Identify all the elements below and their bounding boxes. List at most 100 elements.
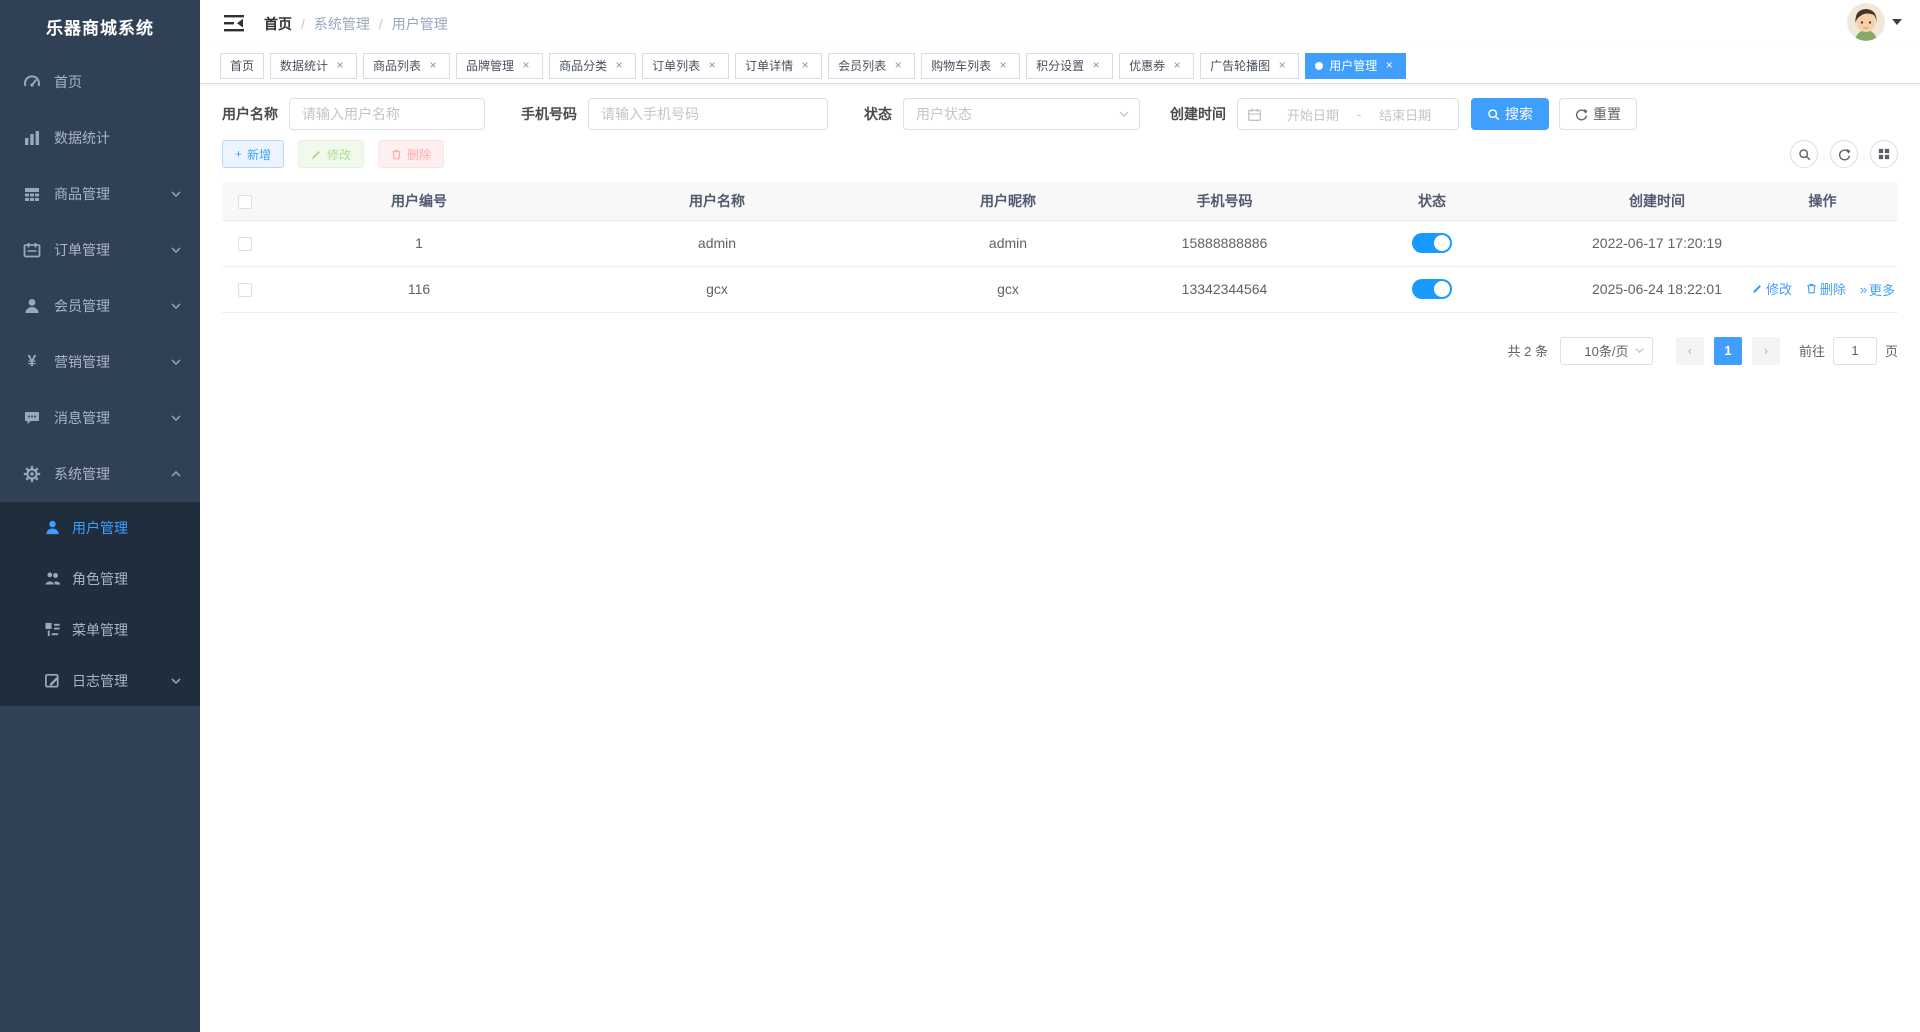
- avatar[interactable]: [1847, 3, 1885, 41]
- tab-order-detail[interactable]: 订单详情 ×: [735, 52, 823, 79]
- phone-label: 手机号码: [521, 106, 577, 122]
- username-label: 用户名称: [222, 106, 278, 122]
- page-size-select[interactable]: 10条/页: [1559, 336, 1653, 365]
- add-button[interactable]: + 新增: [222, 140, 285, 168]
- sidebar-item-products[interactable]: 商品管理: [0, 166, 200, 222]
- chevron-down-icon: [170, 675, 182, 687]
- order-icon: [22, 241, 42, 259]
- column-settings-button[interactable]: [1870, 140, 1898, 168]
- created-time-label: 创建时间: [1170, 106, 1226, 122]
- delete-button[interactable]: 删除: [378, 140, 445, 168]
- sidebar-item-label: 用户管理: [72, 519, 128, 536]
- close-icon[interactable]: ×: [1170, 58, 1184, 73]
- search-button[interactable]: 搜索: [1471, 98, 1549, 130]
- cell-operations: [1747, 220, 1898, 267]
- breadcrumb-system[interactable]: 系统管理: [314, 14, 370, 34]
- column-header-nick: 用户昵称: [864, 182, 1152, 221]
- cell-user-id: 1: [268, 220, 570, 267]
- cell-user-id: 116: [268, 266, 570, 313]
- row-edit-link[interactable]: 修改: [1752, 279, 1792, 298]
- sidebar-item-label: 系统管理: [54, 466, 110, 482]
- column-header-id: 用户编号: [268, 182, 570, 221]
- grid-icon: [1878, 148, 1890, 160]
- close-icon[interactable]: ×: [333, 58, 347, 73]
- table-row: 116 gcx gcx 13342344564 2025-06-24 18:22…: [222, 266, 1898, 313]
- sidebar-item-label: 首页: [54, 74, 82, 90]
- username-input[interactable]: [289, 98, 485, 130]
- close-icon[interactable]: ×: [798, 58, 812, 73]
- tab-coupons[interactable]: 优惠券 ×: [1119, 52, 1195, 79]
- tab-member-list[interactable]: 会员列表 ×: [828, 52, 916, 79]
- select-all-checkbox[interactable]: [238, 194, 252, 209]
- next-page-button[interactable]: ›: [1751, 336, 1780, 365]
- tab-points-settings[interactable]: 积分设置 ×: [1026, 52, 1114, 79]
- sidebar-item-home[interactable]: 首页: [0, 54, 200, 110]
- status-select[interactable]: [903, 98, 1140, 130]
- plus-icon: +: [235, 147, 243, 161]
- status-toggle[interactable]: [1412, 279, 1452, 299]
- tab-data-stats[interactable]: 数据统计 ×: [270, 52, 358, 79]
- close-icon[interactable]: ×: [426, 58, 440, 73]
- sidebar-item-role-management[interactable]: 角色管理: [0, 553, 200, 604]
- column-header-phone: 手机号码: [1152, 182, 1297, 221]
- close-icon[interactable]: ×: [705, 58, 719, 73]
- breadcrumb: 首页 / 系统管理 / 用户管理: [264, 14, 448, 34]
- refresh-icon: [1838, 148, 1851, 160]
- date-range-picker[interactable]: 开始日期 - 结束日期: [1237, 98, 1459, 130]
- status-toggle[interactable]: [1412, 233, 1452, 253]
- prev-page-button[interactable]: ‹: [1675, 336, 1704, 365]
- row-checkbox[interactable]: [238, 283, 252, 298]
- tab-home[interactable]: 首页: [220, 52, 265, 79]
- edit-button[interactable]: 修改: [298, 140, 365, 168]
- tab-user-management[interactable]: 用户管理 ×: [1305, 52, 1407, 79]
- main-area: 首页 / 系统管理 / 用户管理 首页 数据统计 × 商品列表 × 品牌管理 × 商品…: [200, 0, 1920, 1032]
- sidebar-item-menu-management[interactable]: 菜单管理: [0, 604, 200, 655]
- close-icon[interactable]: ×: [1382, 58, 1396, 73]
- tab-ad-carousel[interactable]: 广告轮播图 ×: [1200, 52, 1300, 79]
- tab-brand-management[interactable]: 品牌管理 ×: [456, 52, 544, 79]
- avatar-caret-down-icon[interactable]: [1892, 19, 1902, 25]
- column-header-status: 状态: [1297, 182, 1567, 221]
- tab-order-list[interactable]: 订单列表 ×: [642, 52, 730, 79]
- user-icon: [42, 519, 62, 537]
- sidebar-item-label: 菜单管理: [72, 621, 128, 638]
- sidebar-item-stats[interactable]: 数据统计: [0, 110, 200, 166]
- tab-product-list[interactable]: 商品列表 ×: [363, 52, 451, 79]
- sidebar: 乐器商城系统 首页 数据统计 商品管理 订单管理 会员管理 ¥ 营销管理 消息管…: [0, 0, 200, 1032]
- breadcrumb-home[interactable]: 首页: [264, 14, 292, 34]
- sidebar-fold-icon[interactable]: [224, 15, 246, 33]
- page-number-current[interactable]: 1: [1713, 336, 1742, 365]
- table-row: 1 admin admin 15888888886 2022-06-17 17:…: [222, 220, 1898, 267]
- refresh-table-button[interactable]: [1830, 140, 1858, 168]
- close-icon[interactable]: ×: [612, 58, 626, 73]
- sidebar-item-system[interactable]: 系统管理: [0, 446, 200, 502]
- page-content: 用户名称 手机号码 状态 创建时间: [200, 84, 1920, 365]
- close-icon[interactable]: ×: [1275, 58, 1289, 73]
- close-icon[interactable]: ×: [891, 58, 905, 73]
- sidebar-item-label: 营销管理: [54, 354, 110, 370]
- row-delete-link[interactable]: 删除: [1806, 279, 1846, 298]
- tab-product-category[interactable]: 商品分类 ×: [549, 52, 637, 79]
- close-icon[interactable]: ×: [519, 58, 533, 73]
- tab-cart-list[interactable]: 购物车列表 ×: [921, 52, 1021, 79]
- goto-page-input[interactable]: [1832, 336, 1877, 365]
- close-icon[interactable]: ×: [996, 58, 1010, 73]
- row-checkbox[interactable]: [238, 237, 252, 252]
- toggle-search-button[interactable]: [1790, 140, 1818, 168]
- edit-icon: [1753, 284, 1762, 293]
- close-icon[interactable]: ×: [1089, 58, 1103, 73]
- row-more-link[interactable]: » 更多: [1860, 280, 1895, 299]
- sidebar-item-members[interactable]: 会员管理: [0, 278, 200, 334]
- bar-chart-icon: [22, 129, 42, 147]
- sidebar-item-messages[interactable]: 消息管理: [0, 390, 200, 446]
- reset-button[interactable]: 重置: [1559, 98, 1637, 130]
- sidebar-item-orders[interactable]: 订单管理: [0, 222, 200, 278]
- pagination: 共 2 条 10条/页 ‹ 1 › 前往 页: [222, 336, 1898, 365]
- sidebar-item-label: 订单管理: [54, 242, 110, 258]
- app-root: 乐器商城系统 首页 数据统计 商品管理 订单管理 会员管理 ¥ 营销管理 消息管…: [0, 0, 1920, 1032]
- sidebar-item-user-management[interactable]: 用户管理: [0, 502, 200, 553]
- sidebar-item-marketing[interactable]: ¥ 营销管理: [0, 334, 200, 390]
- phone-input[interactable]: [588, 98, 828, 130]
- sidebar-item-log-management[interactable]: 日志管理: [0, 655, 200, 706]
- cell-user-nick: admin: [864, 220, 1152, 267]
